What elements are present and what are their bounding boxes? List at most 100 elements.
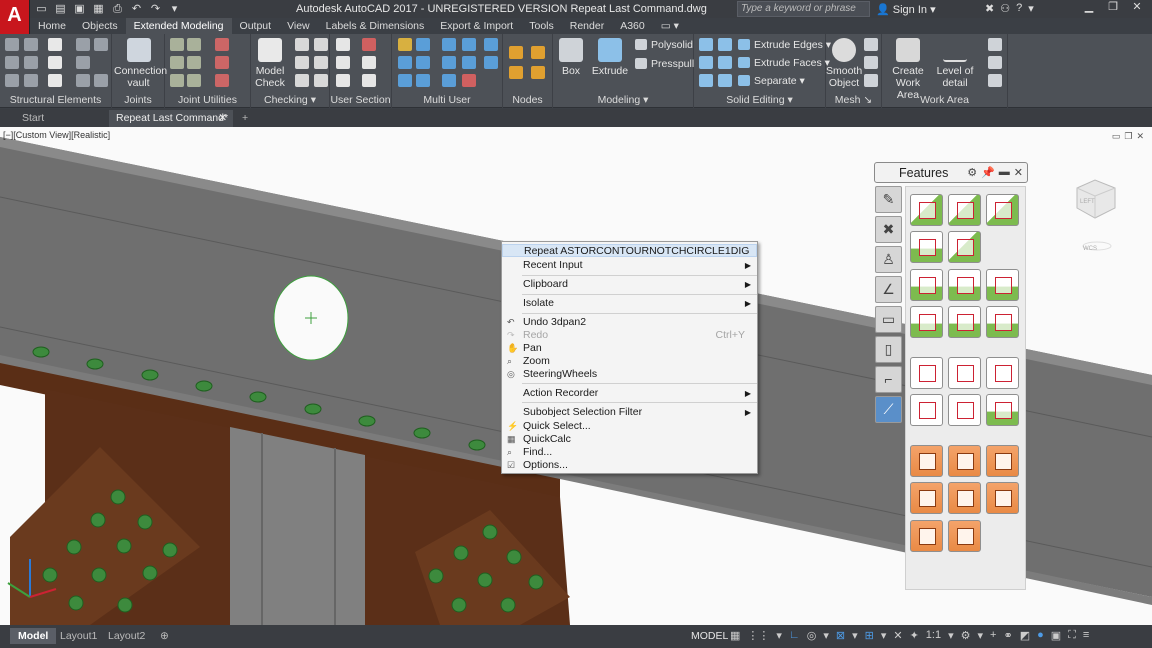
customize-icon[interactable]: ≡ [1083,629,1089,642]
multi-user-push-icon[interactable] [442,38,456,51]
category-person-icon[interactable]: ♙ [875,246,902,273]
multi-user-users-icon[interactable] [398,74,412,87]
menu-repeat-last-command[interactable]: Repeat ASTORCONTOURNOTCHCIRCLE1DIG [502,244,757,257]
check-list-icon[interactable] [314,74,328,87]
building-grid-icon[interactable] [48,56,62,69]
annotation-visibility-icon[interactable]: ✦ [910,629,919,642]
feature-saw-cut-icon[interactable] [948,231,981,263]
create-work-area-button[interactable]: Create Work Area [884,38,932,101]
marking-icon[interactable] [314,56,328,69]
joint-align-icon[interactable] [170,74,184,87]
feature-contour-polyline-icon[interactable] [948,357,981,389]
close-icon[interactable]: ✕ [1014,166,1023,179]
doc-tab-repeat-last-command[interactable]: Repeat Last Command* ✕ [109,110,233,127]
node-icon[interactable] [509,46,523,59]
multi-user-pull-icon[interactable] [462,38,476,51]
joint-check-icon[interactable] [215,74,229,87]
stair-icon[interactable] [76,74,90,87]
multi-user-lock-icon[interactable] [398,56,412,69]
polysolid-button[interactable]: Polysolid [635,39,693,51]
menu-steering-wheels[interactable]: ◎ SteeringWheels [502,368,757,381]
work-area-select-icon[interactable] [988,74,1002,87]
model-space-toggle[interactable]: MODEL [691,630,728,642]
osnap-icon[interactable]: ⊠ [836,629,845,642]
feature-contour-beam-icon[interactable] [986,357,1019,389]
chamfer-edge-icon[interactable] [718,56,732,69]
menu-find[interactable]: ⌕ Find... [502,446,757,459]
gear-icon[interactable]: ⚙ [961,629,971,642]
feature-cope-icon[interactable] [910,231,943,263]
feature-plate-octagon-icon[interactable] [948,482,981,514]
category-notch-icon[interactable]: ⟋ [875,396,902,423]
category-plate-icon[interactable]: ▭ [875,306,902,333]
multi-user-release-icon[interactable] [442,74,456,87]
undo-icon[interactable]: ↶ [129,2,144,16]
viewport-restore-icon[interactable]: ❐ [1124,131,1132,142]
box-button[interactable]: Box [555,38,587,77]
doc-tab-start[interactable]: Start [0,110,108,127]
plot-icon[interactable]: ⎙ [110,2,125,16]
osnap-dropdown-icon[interactable]: ▾ [852,629,858,642]
feature-plate-circle-icon[interactable] [910,482,943,514]
menu-quick-select[interactable]: ⚡ Quick Select... [502,420,757,433]
sign-in-button[interactable]: 👤 Sign In ▾ [876,3,936,16]
polar-dropdown-icon[interactable]: ▾ [823,629,829,642]
multi-user-share-icon[interactable] [484,38,498,51]
clash-check-icon[interactable] [295,38,309,51]
level-of-detail-button[interactable]: Level of detail [934,38,976,89]
menu-quickcalc[interactable]: ▦ QuickCalc [502,433,757,446]
multi-user-merge-icon[interactable] [442,56,456,69]
panel-label-mesh[interactable]: Mesh ↘ [826,94,881,106]
save-icon[interactable]: ▣ [72,2,87,16]
multi-user-model-icon[interactable] [398,38,412,51]
annotation-dropdown-icon[interactable]: ▾ [881,629,887,642]
numbering-icon[interactable] [295,56,309,69]
minimize-icon[interactable]: ▬ [999,166,1010,179]
column-icon[interactable] [5,56,19,69]
redo-icon[interactable]: ↷ [148,2,163,16]
search-input[interactable]: Type a keyword or phrase [737,1,870,17]
wcs-menu[interactable]: WCS [1083,246,1097,252]
feature-notch-vee-icon[interactable] [948,306,981,338]
help-dropdown-icon[interactable]: ▾ [1028,2,1034,15]
multi-user-sync-icon[interactable] [416,38,430,51]
snap-icon[interactable]: ⋮⋮ [747,629,769,642]
feature-plate-arc-icon[interactable] [986,445,1019,477]
multi-user-history-icon[interactable] [484,56,498,69]
workspace-icon[interactable]: ✕ [893,629,902,642]
viewport-minimize-icon[interactable]: ▭ [1112,131,1121,142]
union-icon[interactable] [699,38,713,51]
mesh-smooth-less-icon[interactable] [864,56,878,69]
tab-home[interactable]: Home [30,18,74,34]
panel-label-modeling[interactable]: Modeling ▾ [553,94,693,106]
feature-notch-round-icon[interactable] [910,306,943,338]
multi-user-log-icon[interactable] [416,74,430,87]
connection-vault-button[interactable]: Connection vault [114,38,167,89]
bracing-icon[interactable] [5,74,19,87]
feature-contour-arrow-icon[interactable] [948,394,981,426]
pin-icon[interactable]: 📌 [981,166,995,179]
tab-render[interactable]: Render [562,18,612,34]
feature-plate-corner-cut-icon[interactable] [948,520,981,552]
section-create-icon[interactable] [362,38,376,51]
snap-dropdown-icon[interactable]: ▾ [776,629,782,642]
scale-dropdown-icon[interactable]: ▾ [948,629,954,642]
add-layout-button[interactable]: ⊕ [152,628,177,644]
feature-plate-corner-icon[interactable] [948,445,981,477]
mesh-smooth-more-icon[interactable] [864,38,878,51]
tab-output[interactable]: Output [232,18,280,34]
plate-icon[interactable] [76,38,90,51]
multi-user-unlock-icon[interactable] [416,56,430,69]
subtract-icon[interactable] [699,56,713,69]
menu-zoom[interactable]: ⌕ Zoom [502,355,757,368]
weld-icon[interactable] [76,56,90,69]
ribbon-options-icon[interactable]: ▭ ▾ [653,18,687,34]
model-check-button[interactable]: Model Check [253,38,287,89]
customize-icon[interactable]: ▾ [167,2,182,16]
feature-contour-ibeam-icon[interactable] [986,394,1019,426]
category-bend-icon[interactable]: ⌐ [875,366,902,393]
application-menu-button[interactable]: A [0,0,30,34]
feature-miter-icon[interactable] [986,194,1019,226]
purlin-icon[interactable] [24,56,38,69]
feature-notch-arc-icon[interactable] [986,269,1019,301]
